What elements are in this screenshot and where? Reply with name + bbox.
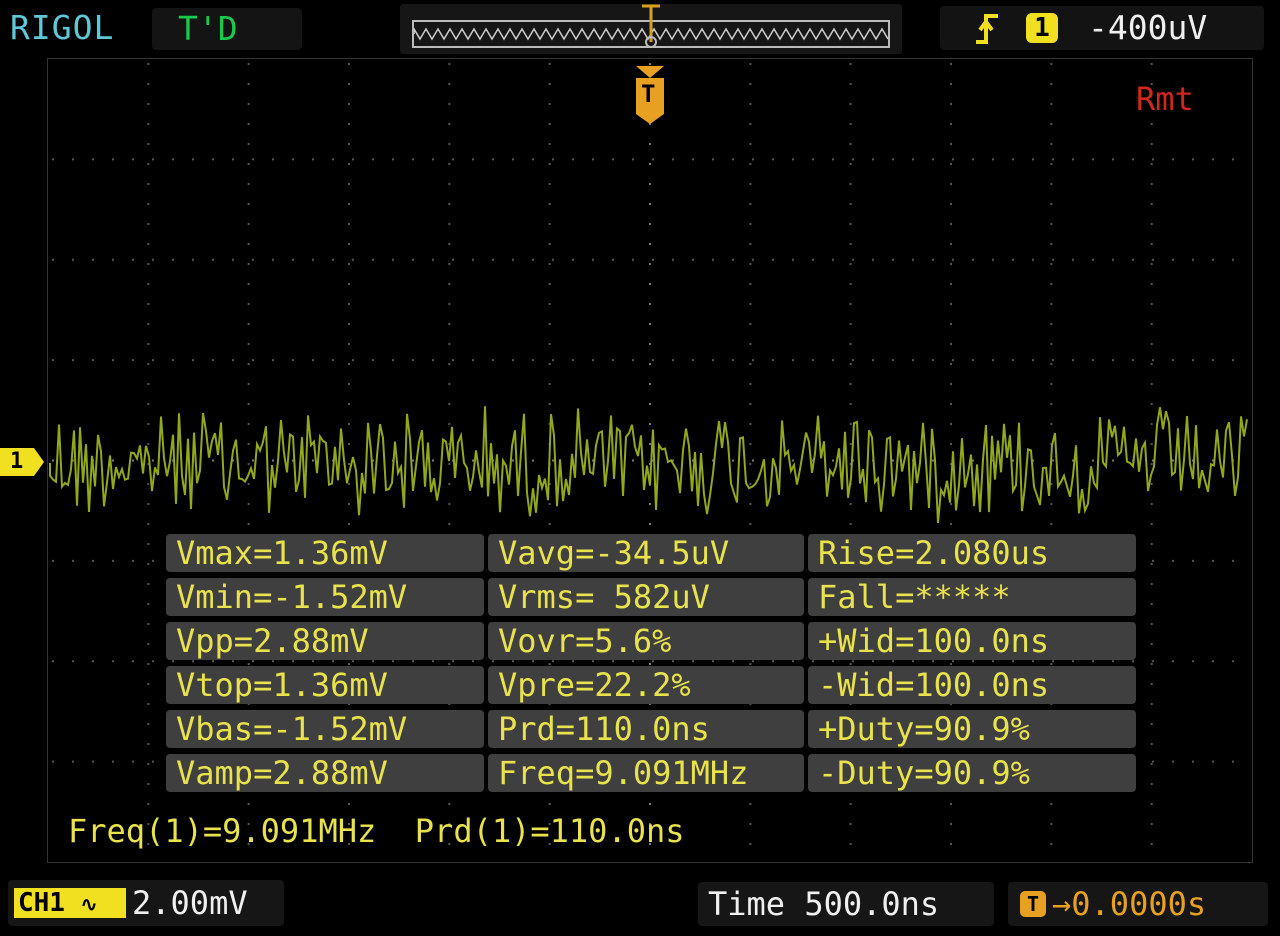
period-readout: Prd(1)=110.0ns	[414, 812, 685, 850]
measurement-cell: Vrms= 582uV	[488, 578, 804, 616]
measurement-cell: Prd=110.0ns	[488, 710, 804, 748]
measurement-cell: Vbas=-1.52mV	[166, 710, 484, 748]
ch1-offset-marker-label: 1	[10, 449, 24, 474]
measurement-cell: Vmin=-1.52mV	[166, 578, 484, 616]
measurement-cell: Rise=2.080us	[808, 534, 1136, 572]
timebase-panel[interactable]: Time 500.0ns	[698, 882, 994, 926]
measurement-cell: Vtop=1.36mV	[166, 666, 484, 704]
measurement-cell: -Duty=90.9%	[808, 754, 1136, 792]
measurement-cell: +Wid=100.0ns	[808, 622, 1136, 660]
measurement-cell: Fall=*****	[808, 578, 1136, 616]
trigger-marker-label: T	[641, 80, 656, 108]
time-label: Time	[708, 885, 786, 923]
ch1-volts-per-div: 2.00mV	[132, 884, 248, 922]
trigger-offset-icon: T	[1020, 891, 1046, 917]
measurement-cell: +Duty=90.9%	[808, 710, 1136, 748]
trigger-panel[interactable]: 1 -400uV	[940, 6, 1264, 50]
time-per-div: 500.0ns	[804, 885, 940, 923]
remote-indicator: Rmt	[1136, 80, 1194, 118]
memory-position-bar[interactable]	[400, 4, 902, 54]
ch1-scale-panel[interactable]: CH1 ∿ 2.00mV	[8, 880, 284, 926]
measurement-cell: Vpp=2.88mV	[166, 622, 484, 660]
trigger-source-badge: 1	[1026, 13, 1058, 43]
trigger-status: T'D	[152, 8, 302, 50]
trigger-position-icon	[642, 4, 660, 48]
rising-edge-icon	[970, 8, 1010, 57]
measurement-cell: Vavg=-34.5uV	[488, 534, 804, 572]
measurement-cell: Vamp=2.88mV	[166, 754, 484, 792]
measurement-cell: Vmax=1.36mV	[166, 534, 484, 572]
ch1-badge: CH1 ∿	[14, 888, 126, 918]
measurement-cell: Freq=9.091MHz	[488, 754, 804, 792]
trigger-position-panel[interactable]: T →0.0000s	[1008, 882, 1268, 926]
ch1-label: CH1	[18, 888, 65, 918]
ac-coupling-icon: ∿	[80, 892, 98, 916]
ch1-offset-marker[interactable]: 1	[0, 448, 46, 480]
frequency-readout: Freq(1)=9.091MHz Prd(1)=110.0ns	[68, 812, 685, 850]
brand-logo: RIGOL	[10, 8, 115, 47]
freq-readout: Freq(1)=9.091MHz	[68, 812, 377, 850]
measurement-cell: Vovr=5.6%	[488, 622, 804, 660]
trigger-offset: 0.0000s	[1071, 885, 1207, 923]
measurement-cell: Vpre=22.2%	[488, 666, 804, 704]
arrow-icon: →	[1052, 885, 1072, 923]
trigger-level: -400uV	[1088, 8, 1208, 47]
trigger-marker[interactable]: T	[632, 64, 668, 130]
measurement-cell: -Wid=100.0ns	[808, 666, 1136, 704]
